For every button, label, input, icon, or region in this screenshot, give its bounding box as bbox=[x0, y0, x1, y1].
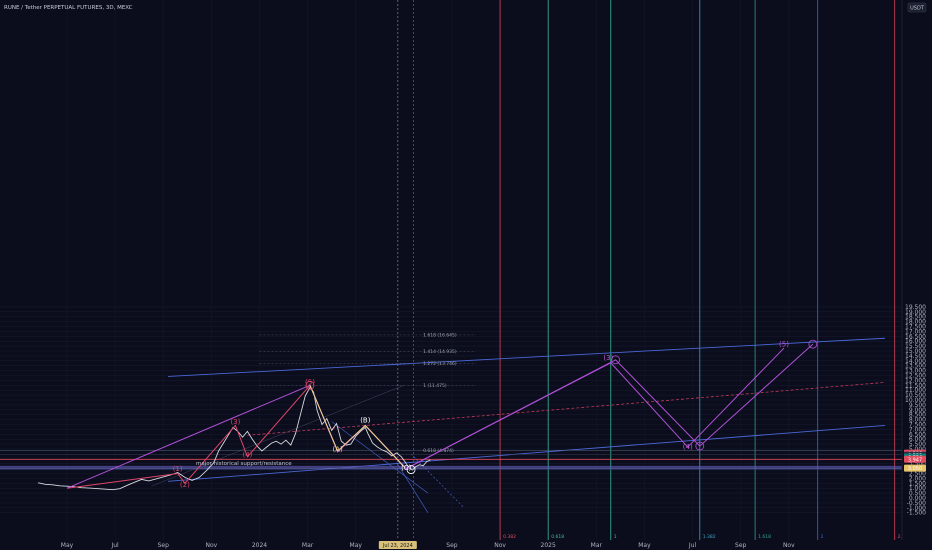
x-tick-label: 2024 bbox=[252, 542, 267, 549]
support-annotation: major historical support/resistance bbox=[196, 461, 292, 467]
price-tag-label: 3.050 bbox=[908, 466, 922, 472]
y-axis: 19.50019.00018.50018.00017.50017.00016.5… bbox=[905, 304, 926, 517]
price-tag: 3.050 bbox=[904, 464, 926, 472]
wave-label: (C) bbox=[401, 464, 412, 472]
x-tick-label: Sep bbox=[446, 542, 458, 549]
wave-label: (5) bbox=[305, 378, 315, 386]
currency-label: USDT bbox=[910, 6, 925, 12]
wave-label: (1) bbox=[173, 465, 183, 473]
fib-level-label: 1 (11.475) bbox=[423, 383, 447, 389]
time-fib-label: 1 bbox=[614, 534, 617, 540]
time-fib-label: 1.382 bbox=[703, 534, 716, 540]
price-tag: 3.947 bbox=[904, 455, 926, 463]
x-tick-label: Jul bbox=[110, 542, 119, 549]
chart-title: RUNE / Tether PERPETUAL FUTURES, 3D, MEX… bbox=[4, 5, 133, 11]
wave-label: (3) bbox=[603, 354, 613, 362]
wave-label: (A) bbox=[333, 445, 344, 453]
wave-label: (B) bbox=[360, 417, 371, 425]
fib-level-label: 1.414 (14.935) bbox=[423, 349, 457, 355]
time-fib-label: 0.382 bbox=[503, 534, 516, 540]
x-tick-label: May bbox=[350, 542, 363, 549]
chart-root: 0.3820.61811.3821.61822.3821.618 (16.645… bbox=[0, 0, 932, 550]
time-fib-label: 1.618 bbox=[758, 534, 771, 540]
x-tick-label: Mar bbox=[591, 542, 603, 549]
wave-label: (4) bbox=[242, 451, 252, 459]
wave-label: (2) bbox=[180, 481, 190, 489]
x-tick-label: Sep bbox=[158, 542, 170, 549]
time-fib-label: 0.618 bbox=[551, 534, 564, 540]
x-tick-label: Nov bbox=[494, 542, 506, 549]
x-tick-label: May bbox=[61, 542, 74, 549]
price-tag-label: 3.947 bbox=[908, 457, 922, 463]
x-tick-label: Nov bbox=[206, 542, 218, 549]
time-fib-label: 2 bbox=[821, 534, 824, 540]
x-tick-label: May bbox=[638, 542, 651, 549]
fib-level-label: 0.618 (4.874) bbox=[423, 448, 454, 454]
wave-label: (3) bbox=[230, 418, 240, 426]
price-chart[interactable]: 0.3820.61811.3821.61822.3821.618 (16.645… bbox=[0, 0, 932, 550]
x-tick-label: Nov bbox=[783, 542, 795, 549]
fib-level-label: 1.272 (13.746) bbox=[423, 361, 457, 367]
wave-label: (4) bbox=[683, 443, 693, 451]
x-tick-label: 2025 bbox=[541, 542, 556, 549]
fib-level-label: 1.618 (16.645) bbox=[423, 332, 457, 338]
x-tick-label: Sep bbox=[735, 542, 747, 549]
x-tick-label: Jul bbox=[688, 542, 697, 549]
y-tick-label: -1.500 bbox=[907, 510, 927, 517]
wave-label: (5) bbox=[779, 341, 789, 349]
current-date-label: Jul 23, 2024 bbox=[382, 543, 413, 549]
x-tick-label: Mar bbox=[302, 542, 314, 549]
